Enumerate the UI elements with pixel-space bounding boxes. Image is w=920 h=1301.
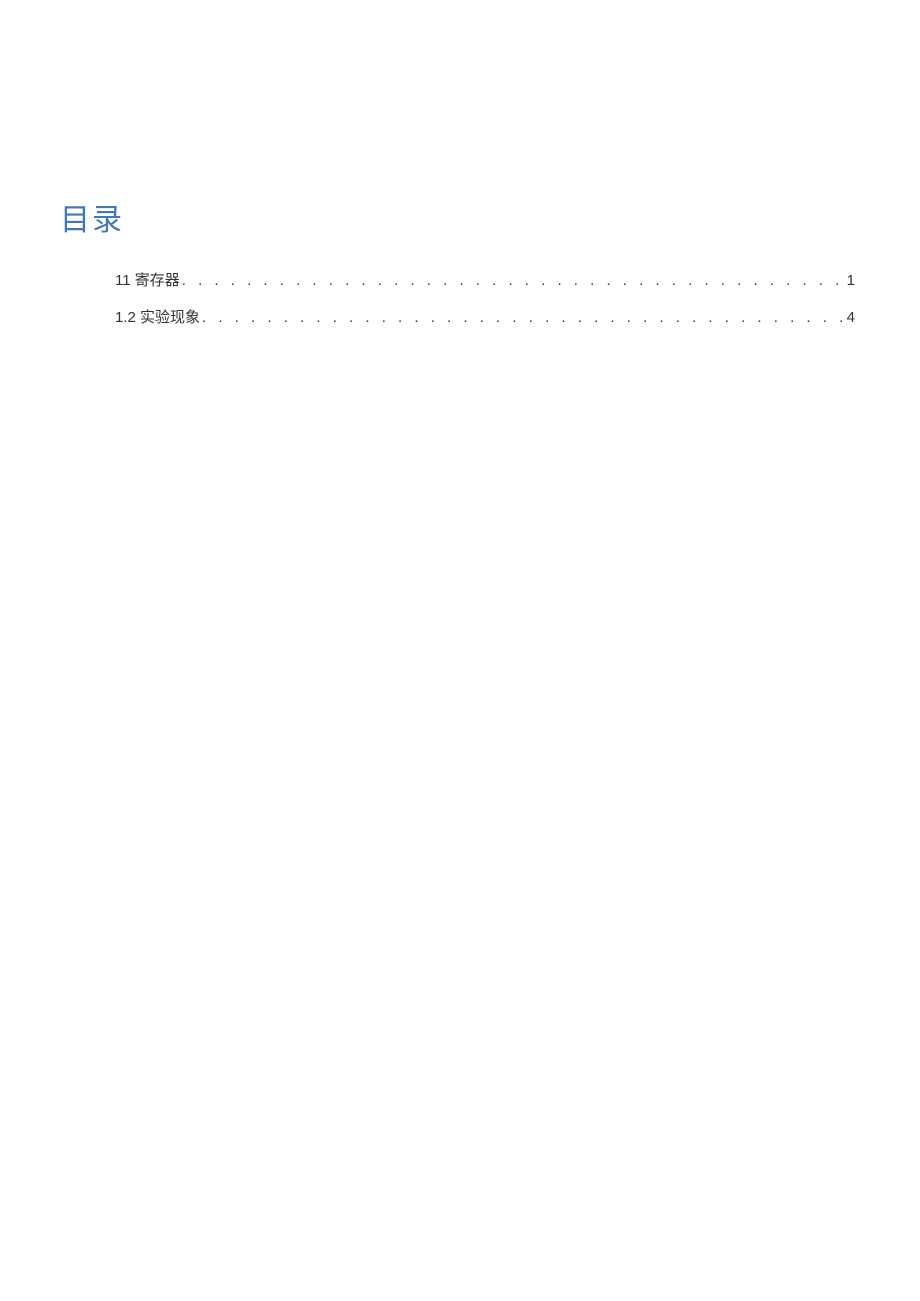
toc-leader-dots <box>200 309 844 326</box>
toc-entry-label: 1.2 实验现象 <box>115 306 200 327</box>
toc-entry-page: 4 <box>844 309 855 326</box>
toc-entry[interactable]: 1.2 实验现象 4 <box>115 306 855 327</box>
document-page: 目录 11 寄存器 1 1.2 实验现象 4 <box>0 0 920 327</box>
toc-entries: 11 寄存器 1 1.2 实验现象 4 <box>60 269 860 327</box>
toc-entry-page: 1 <box>844 272 855 289</box>
toc-title: 目录 <box>60 195 860 239</box>
toc-entry[interactable]: 11 寄存器 1 <box>115 269 855 290</box>
toc-leader-dots <box>180 272 844 289</box>
toc-entry-label: 11 寄存器 <box>115 269 180 290</box>
